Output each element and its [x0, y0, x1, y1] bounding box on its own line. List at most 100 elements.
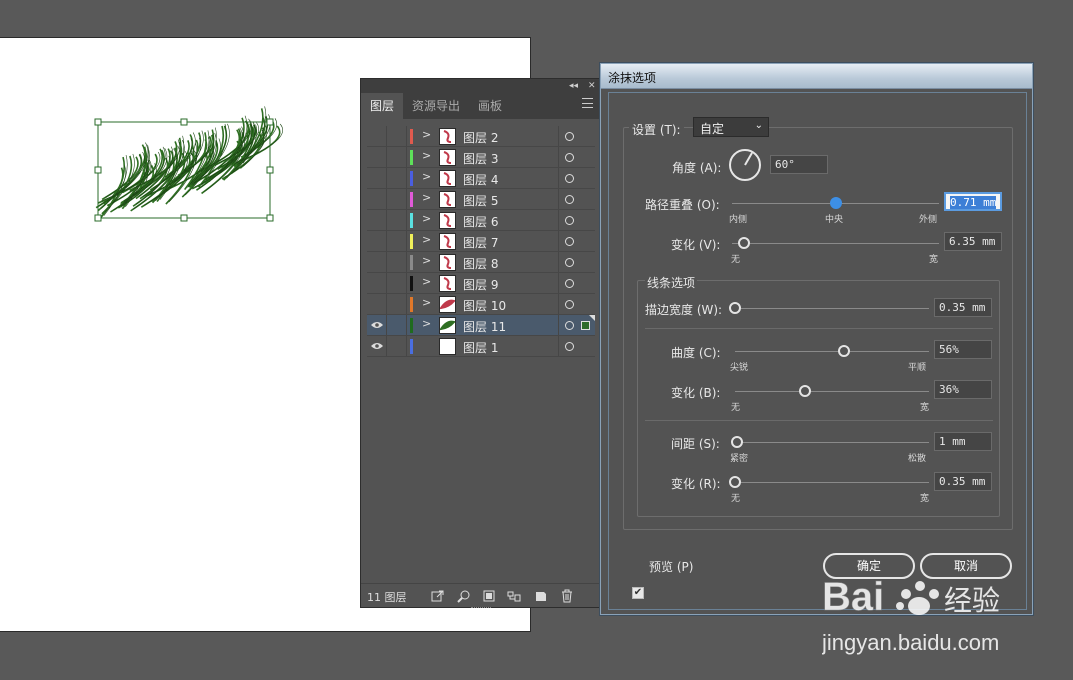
visibility-toggle[interactable]	[367, 252, 387, 272]
lock-toggle[interactable]	[387, 294, 407, 314]
lock-toggle[interactable]	[387, 168, 407, 188]
tab-artboards[interactable]: 画板	[469, 93, 511, 119]
layer-name[interactable]: 图层 9	[463, 276, 498, 293]
layer-row[interactable]: 图层 1	[367, 336, 595, 357]
curviness-variation-slider-knob[interactable]	[798, 385, 811, 397]
lock-toggle[interactable]	[387, 336, 407, 356]
target-circle-icon[interactable]	[565, 237, 574, 246]
layer-name[interactable]: 图层 7	[463, 234, 498, 251]
chevron-right-icon[interactable]: >	[422, 296, 431, 309]
stroke-width-slider-knob[interactable]	[729, 302, 741, 314]
chevron-right-icon[interactable]: >	[422, 128, 431, 141]
layer-name[interactable]: 图层 11	[463, 318, 506, 335]
path-variation-input[interactable]: 6.35 mm	[944, 232, 1002, 251]
chevron-right-icon[interactable]: >	[422, 233, 431, 246]
layer-name[interactable]: 图层 5	[463, 192, 498, 209]
panel-menu-icon[interactable]	[582, 98, 593, 108]
path-variation-track[interactable]	[732, 243, 939, 244]
target-circle-icon[interactable]	[565, 174, 574, 183]
spacing-input[interactable]: 1 mm	[934, 432, 992, 451]
close-panel-icon[interactable]: ✕	[588, 79, 596, 93]
layer-name[interactable]: 图层 3	[463, 150, 498, 167]
layer-name[interactable]: 图层 10	[463, 297, 506, 314]
visibility-toggle[interactable]	[367, 147, 387, 167]
stroke-width-input[interactable]: 0.35 mm	[934, 298, 992, 317]
spacing-variation-track[interactable]	[735, 482, 929, 483]
delete-layer-icon[interactable]	[560, 589, 574, 603]
spacing-slider-knob[interactable]	[730, 436, 743, 448]
visibility-toggle[interactable]	[367, 336, 387, 356]
target-circle-icon[interactable]	[565, 195, 574, 204]
curviness-slider-knob[interactable]	[837, 345, 850, 357]
spacing-track[interactable]	[735, 442, 929, 443]
layer-row[interactable]: > 图层 2	[367, 126, 595, 147]
resize-handle[interactable]	[94, 166, 102, 174]
curviness-variation-input[interactable]: 36%	[934, 380, 992, 399]
curviness-variation-track[interactable]	[735, 391, 929, 392]
layer-row[interactable]: > 图层 7	[367, 231, 595, 252]
visibility-toggle[interactable]	[367, 273, 387, 293]
visibility-toggle[interactable]	[367, 126, 387, 146]
lock-toggle[interactable]	[387, 210, 407, 230]
lock-toggle[interactable]	[387, 147, 407, 167]
layer-row[interactable]: > 图层 10	[367, 294, 595, 315]
target-circle-icon[interactable]	[565, 279, 574, 288]
export-icon[interactable]	[431, 589, 445, 603]
resize-handle[interactable]	[266, 118, 274, 126]
tab-asset-export[interactable]: 资源导出	[403, 93, 469, 119]
visibility-toggle[interactable]	[367, 294, 387, 314]
new-layer-icon[interactable]	[534, 589, 548, 603]
target-circle-icon[interactable]	[565, 216, 574, 225]
lock-toggle[interactable]	[387, 189, 407, 209]
chevron-right-icon[interactable]: >	[422, 191, 431, 204]
visibility-toggle[interactable]	[367, 231, 387, 251]
curviness-input[interactable]: 56%	[934, 340, 992, 359]
preview-checkbox[interactable]: ✔	[632, 587, 644, 599]
layer-row[interactable]: > 图层 6	[367, 210, 595, 231]
layer-row[interactable]: > 图层 4	[367, 168, 595, 189]
chevron-right-icon[interactable]: >	[422, 275, 431, 288]
layer-row[interactable]: > 图层 5	[367, 189, 595, 210]
visibility-toggle[interactable]	[367, 189, 387, 209]
layer-name[interactable]: 图层 6	[463, 213, 498, 230]
target-circle-icon[interactable]	[565, 342, 574, 351]
visibility-toggle[interactable]	[367, 315, 387, 335]
layer-name[interactable]: 图层 2	[463, 129, 498, 146]
chevron-right-icon[interactable]: >	[422, 317, 431, 330]
angle-dial[interactable]	[728, 148, 762, 182]
layer-row[interactable]: > 图层 9	[367, 273, 595, 294]
target-circle-icon[interactable]	[565, 300, 574, 309]
visibility-toggle[interactable]	[367, 210, 387, 230]
lock-toggle[interactable]	[387, 231, 407, 251]
selection-indicator[interactable]	[581, 321, 590, 330]
layer-row[interactable]: > 图层 11	[367, 315, 595, 336]
new-sublayer-icon[interactable]	[507, 589, 521, 603]
target-circle-icon[interactable]	[565, 132, 574, 141]
chevron-right-icon[interactable]: >	[422, 212, 431, 225]
lock-toggle[interactable]	[387, 273, 407, 293]
layer-row[interactable]: > 图层 8	[367, 252, 595, 273]
chevron-right-icon[interactable]: >	[422, 170, 431, 183]
resize-handle[interactable]	[94, 214, 102, 222]
chevron-right-icon[interactable]: >	[422, 149, 431, 162]
path-overlap-slider-knob[interactable]	[829, 197, 842, 209]
layers-panel[interactable]: ◂◂ ✕ 图层 资源导出 画板 > 图层 2 > 图层 3 > 图层 4 > 图层 5 > 图层 …	[360, 78, 600, 608]
visibility-toggle[interactable]	[367, 168, 387, 188]
curviness-track[interactable]	[735, 351, 929, 352]
layer-name[interactable]: 图层 4	[463, 171, 498, 188]
layer-row[interactable]: > 图层 3	[367, 147, 595, 168]
dialog-titlebar[interactable]: 涂抹选项	[601, 64, 1032, 89]
resize-handle[interactable]	[180, 118, 188, 126]
preset-dropdown[interactable]: 自定 ⌄	[693, 117, 769, 137]
spacing-variation-input[interactable]: 0.35 mm	[934, 472, 992, 491]
path-overlap-input[interactable]: 0.71 mm	[944, 192, 1002, 211]
clipping-mask-icon[interactable]	[482, 589, 496, 603]
lock-toggle[interactable]	[387, 252, 407, 272]
stroke-width-track[interactable]	[735, 308, 929, 309]
tab-layers[interactable]: 图层	[361, 93, 404, 119]
locate-object-icon[interactable]	[457, 589, 471, 603]
target-circle-icon[interactable]	[565, 258, 574, 267]
angle-input[interactable]: 60°	[770, 155, 828, 174]
target-circle-icon[interactable]	[565, 153, 574, 162]
resize-grip[interactable]	[471, 607, 491, 611]
